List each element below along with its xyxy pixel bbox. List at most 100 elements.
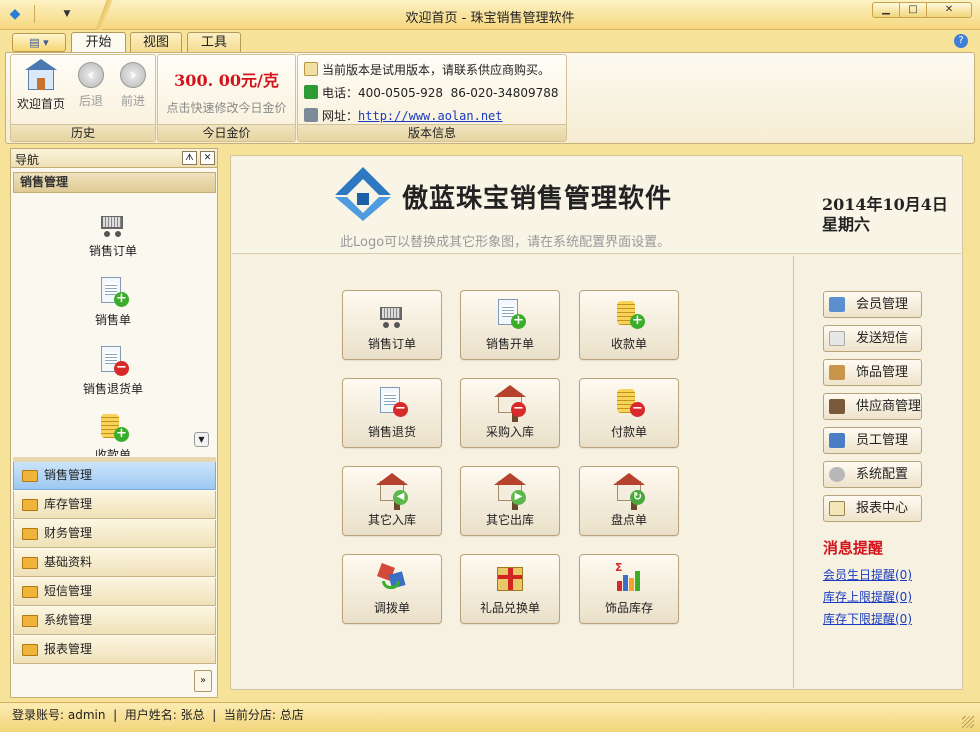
nav-category-finance[interactable]: 财务管理 [13,520,216,548]
tile-jewelry-stock[interactable]: Σ 饰品库存 [579,554,679,624]
minimize-button[interactable]: ▁ [872,2,900,18]
scroll-down-icon[interactable]: ▼ [194,432,209,447]
nav-category-label: 短信管理 [44,584,93,598]
tile-label: 其它入库 [367,513,416,527]
tile-payment[interactable]: − 付款单 [579,378,679,448]
nav-item-sales-return[interactable]: − 销售退货单 [13,344,213,397]
tile-stocktake[interactable]: ↻ 盘点单 [579,466,679,536]
nav-category-system[interactable]: 系统管理 [13,607,216,635]
tile-label: 礼品兑换单 [479,601,540,615]
history-group-label: 历史 [11,124,155,141]
side-button-label: 系统配置 [856,467,909,482]
tile-sales-return[interactable]: − 销售退货 [342,378,442,448]
side-button-label: 员工管理 [856,433,909,448]
tile-gift-exchange[interactable]: 礼品兑换单 [460,554,560,624]
tile-label: 盘点单 [610,513,647,527]
other-in-icon: ◀ [376,473,408,510]
forward-button[interactable]: › 前进 [115,59,151,109]
version-phone-row: 电话：400-0505-928 86-020-34809788 [304,84,559,101]
nav-category-sms[interactable]: 短信管理 [13,578,216,606]
pin-icon[interactable]: ᗑ [182,151,197,165]
gold-price-hint[interactable]: 点击快速修改今日金价 [158,99,295,116]
nav-item-receipt[interactable]: + 收款单 [13,410,213,456]
tile-sales-order[interactable]: 销售订单 [342,290,442,360]
tab-start[interactable]: 开始 [71,32,126,54]
phone-label: 电话： [322,86,359,100]
sales-return-icon: − [97,344,129,376]
version-notice: 当前版本是试用版本，请联系供应商购买。 [322,63,551,77]
employee-icon [829,433,845,448]
nav-item-sales-doc[interactable]: + 销售单 [13,275,213,328]
tile-label: 销售退货 [367,425,416,439]
version-group-label: 版本信息 [298,124,566,141]
nav-item-sales-order[interactable]: 销售订单 [13,206,213,259]
navigation-section-title: 销售管理 [13,172,216,193]
member-birthday-reminder-link[interactable]: 会员生日提醒(0) [823,566,912,583]
chart-bars-icon: Σ [613,561,645,593]
employee-management-button[interactable]: 员工管理 [823,427,922,454]
tile-label: 付款单 [610,425,647,439]
nav-category-basic-data[interactable]: 基础资料 [13,549,216,577]
members-button[interactable]: 会员管理 [823,291,922,318]
tile-sales-billing[interactable]: + 销售开单 [460,290,560,360]
nav-category-label: 基础资料 [44,555,93,569]
home-button[interactable]: 欢迎首页 [13,59,69,112]
other-out-icon: ▶ [494,473,526,510]
folder-icon [22,615,38,627]
app-menu-button[interactable]: ▤ ▾ [12,33,66,52]
report-center-button[interactable]: 报表中心 [823,495,922,522]
sms-icon [829,331,845,346]
site-link[interactable]: http://www.aolan.net [358,109,503,123]
home-button-label: 欢迎首页 [16,97,65,111]
nav-category-label: 销售管理 [44,468,93,482]
back-button[interactable]: ‹ 后退 [73,59,109,109]
phone-value: 400-0505-928 86-020-34809788 [358,86,559,100]
ribbon-group-gold-price[interactable]: 300. 00元/克 点击快速修改今日金价 今日金价 [157,54,296,142]
folder-icon [22,470,38,482]
side-button-label: 会员管理 [856,297,909,312]
supplier-icon [829,399,845,414]
help-icon[interactable]: ? [954,34,968,48]
navigation-item-list[interactable]: 销售订单 + 销售单 − 销售退货单 + 收款单 [13,194,216,456]
nav-category-reports[interactable]: 报表管理 [13,636,216,664]
home-house-icon [25,59,57,91]
nav-category-sales[interactable]: 销售管理 [13,462,216,490]
maximize-button[interactable]: □ [899,2,927,18]
purchase-in-icon: − [494,385,526,422]
resize-grip-icon[interactable] [962,716,974,728]
members-icon [829,297,845,312]
tile-other-in[interactable]: ◀ 其它入库 [342,466,442,536]
tab-tools[interactable]: 工具 [187,32,241,53]
ribbon-group-version: 当前版本是试用版本，请联系供应商购买。 电话：400-0505-928 86-0… [297,54,567,142]
navigation-title: 导航 [15,153,40,167]
forward-arrow-icon: › [120,62,146,88]
send-sms-button[interactable]: 发送短信 [823,325,922,352]
tile-label: 其它出库 [485,513,534,527]
close-button[interactable]: ✕ [926,2,972,18]
gold-price-value[interactable]: 300. 00元/克 [158,67,295,91]
tile-receipt[interactable]: + 收款单 [579,290,679,360]
jewelry-management-button[interactable]: 饰品管理 [823,359,922,386]
nav-category-label: 报表管理 [44,642,93,656]
logo-hint: 此Logo可以替换成其它形象图，请在系统配置界面设置。 [340,235,671,250]
side-button-label: 发送短信 [856,331,909,346]
stocktake-icon: ↻ [613,473,645,510]
stock-upper-limit-link[interactable]: 库存上限提醒(0) [823,588,912,605]
forward-button-label: 前进 [120,94,145,108]
nav-item-label: 销售订单 [88,244,137,258]
tab-view[interactable]: 视图 [130,32,182,53]
back-arrow-icon: ‹ [78,62,104,88]
tile-purchase-in[interactable]: − 采购入库 [460,378,560,448]
nav-overflow-button[interactable]: » [194,670,212,692]
nav-item-label: 收款单 [94,448,131,456]
nav-category-inventory[interactable]: 库存管理 [13,491,216,519]
notice-doc-icon [304,62,318,76]
tile-transfer[interactable]: 调拨单 [342,554,442,624]
site-label: 网址： [322,109,359,123]
supplier-management-button[interactable]: 供应商管理 [823,393,922,420]
tile-label: 销售开单 [485,337,534,351]
system-config-button[interactable]: 系统配置 [823,461,922,488]
stock-lower-limit-link[interactable]: 库存下限提醒(0) [823,610,912,627]
tile-other-out[interactable]: ▶ 其它出库 [460,466,560,536]
close-pane-icon[interactable]: ✕ [200,151,215,165]
